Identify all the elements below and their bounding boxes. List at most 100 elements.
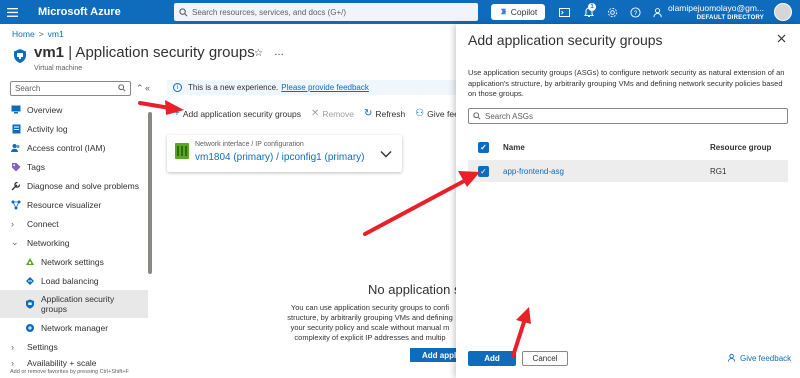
collapse-up-icon[interactable]: ⌃: [136, 83, 144, 94]
avatar[interactable]: [774, 3, 792, 21]
search-icon: [469, 112, 485, 120]
add-button[interactable]: Add: [468, 351, 516, 366]
info-icon: i: [173, 83, 182, 92]
copilot-button[interactable]: Copilot: [491, 4, 545, 20]
sidebar: Overview Activity log Access control (IA…: [0, 100, 148, 370]
monitor-icon: [11, 105, 21, 115]
remove-button[interactable]: ✕ Remove: [311, 108, 354, 119]
breadcrumb-separator: >: [38, 29, 44, 39]
activity-log-icon: [11, 124, 21, 134]
svg-text:?: ?: [633, 9, 637, 16]
breadcrumb: Home > vm1: [12, 29, 64, 39]
sidebar-item-application-security-groups[interactable]: Application security groups: [0, 290, 148, 318]
sidebar-item-resource-visualizer[interactable]: Resource visualizer: [0, 195, 148, 214]
sidebar-group-settings[interactable]: › Settings: [0, 337, 148, 356]
sidebar-search-input[interactable]: Search: [10, 81, 131, 96]
page-title-section: | Application security groups: [64, 44, 255, 61]
sidebar-item-label: Activity log: [27, 123, 68, 134]
copilot-label: Copilot: [510, 7, 538, 17]
page-title: vm1 | Application security groups: [34, 44, 255, 61]
page-subtitle: Virtual machine: [34, 65, 83, 72]
network-interface-selector[interactable]: Network interface / IP configuration vm1…: [167, 135, 402, 172]
sidebar-group-networking[interactable]: ⌄ Networking: [0, 233, 148, 252]
asg-name[interactable]: app-frontend-asg: [503, 167, 710, 176]
sidebar-item-label: Application security groups: [41, 294, 115, 314]
people-icon: [11, 143, 21, 153]
feedback-icon[interactable]: [651, 5, 665, 19]
sidebar-item-label: Connect: [27, 218, 59, 229]
sidebar-item-overview[interactable]: Overview: [0, 100, 148, 119]
tag-icon: [11, 162, 21, 172]
collapse-sidebar-icon[interactable]: «: [145, 83, 150, 93]
sidebar-item-activity-log[interactable]: Activity log: [0, 119, 148, 138]
plus-icon: +: [174, 108, 180, 119]
cancel-button[interactable]: Cancel: [522, 351, 568, 366]
sidebar-item-label: Tags: [27, 161, 45, 172]
chevron-right-icon: ›: [11, 341, 14, 352]
breadcrumb-vm1[interactable]: vm1: [48, 29, 64, 39]
cloud-shell-icon[interactable]: [557, 5, 571, 19]
close-icon: ✕: [310, 108, 320, 119]
column-header-resource-group[interactable]: Resource group: [710, 143, 771, 152]
chevron-right-icon: ›: [11, 358, 14, 368]
panel-title: Add application security groups: [468, 32, 663, 48]
sidebar-footer-hint: Add or remove favorites by pressing Ctrl…: [10, 369, 129, 375]
sidebar-group-connect[interactable]: › Connect: [0, 214, 148, 233]
sidebar-item-diagnose[interactable]: Diagnose and solve problems: [0, 176, 148, 195]
network-manager-icon: [25, 323, 35, 333]
asg-search-placeholder: Search ASGs: [485, 111, 534, 121]
select-all-checkbox[interactable]: ✓: [478, 141, 489, 153]
asg-search-input[interactable]: Search ASGs: [468, 108, 788, 124]
nic-label: Network interface / IP configuration: [195, 141, 304, 148]
sidebar-item-label: Diagnose and solve problems: [27, 180, 139, 191]
sidebar-item-label: Access control (IAM): [27, 142, 106, 153]
nic-value: vm1804 (primary) / ipconfig1 (primary): [195, 152, 365, 163]
network-interface-icon: [175, 143, 189, 159]
sidebar-item-network-manager[interactable]: Network manager: [0, 318, 148, 337]
top-bar: Microsoft Azure Search resources, servic…: [0, 0, 800, 24]
table-row[interactable]: ✓ app-frontend-asg RG1: [468, 160, 788, 182]
panel-footer: Add Cancel Give feedback: [456, 346, 800, 378]
sidebar-item-network-settings[interactable]: Network settings: [0, 252, 148, 271]
chevron-down-icon: [380, 147, 392, 161]
refresh-label: Refresh: [375, 108, 406, 119]
sidebar-item-load-balancing[interactable]: Load balancing: [0, 271, 148, 290]
shield-icon: [25, 299, 35, 309]
breadcrumb-home[interactable]: Home: [12, 29, 35, 39]
search-icon: [174, 7, 192, 17]
remove-label: Remove: [322, 108, 355, 119]
sidebar-item-label: Networking: [27, 237, 70, 248]
sidebar-item-label: Load balancing: [41, 275, 99, 286]
brand-link[interactable]: Microsoft Azure: [38, 6, 168, 18]
notice-banner: i This is a new experience. Please provi…: [167, 80, 467, 95]
panel-feedback-label: Give feedback: [740, 354, 792, 363]
sidebar-item-label: Network settings: [41, 256, 104, 267]
wrench-icon: [11, 181, 21, 191]
close-icon[interactable]: [777, 32, 786, 46]
notification-badge: 1: [588, 3, 596, 11]
feedback-link[interactable]: Please provide feedback: [281, 83, 369, 92]
column-header-name[interactable]: Name: [503, 143, 710, 152]
menu-icon[interactable]: [0, 0, 24, 24]
sidebar-item-label: Availability + scale: [27, 358, 97, 368]
gear-icon[interactable]: [605, 5, 619, 19]
sidebar-item-iam[interactable]: Access control (IAM): [0, 138, 148, 157]
help-icon[interactable]: ?: [628, 5, 642, 19]
refresh-button[interactable]: ↻ Refresh: [364, 108, 405, 119]
toolbar: + Add application security groups ✕ Remo…: [174, 108, 473, 119]
star-icon[interactable]: ☆: [254, 48, 263, 59]
sidebar-scrollbar[interactable]: [148, 112, 152, 274]
add-asg-main-button[interactable]: Add applicatio: [410, 348, 462, 362]
sidebar-item-tags[interactable]: Tags: [0, 157, 148, 176]
row-checkbox[interactable]: ✓: [478, 165, 489, 177]
more-options-icon[interactable]: …: [274, 47, 284, 58]
add-asg-toolbar-button[interactable]: + Add application security groups: [174, 108, 301, 119]
refresh-icon: ↻: [364, 108, 373, 119]
sidebar-item-label: Overview: [27, 104, 63, 115]
network-settings-icon: [25, 257, 35, 267]
global-search-input[interactable]: Search resources, services, and docs (G+…: [174, 3, 478, 21]
sidebar-group-availability[interactable]: › Availability + scale: [0, 356, 148, 370]
account-info[interactable]: olamipejuomolayo@gm... DEFAULT DIRECTORY: [668, 3, 764, 23]
page-title-resource: vm1: [34, 44, 65, 61]
panel-give-feedback-link[interactable]: Give feedback: [728, 353, 791, 364]
